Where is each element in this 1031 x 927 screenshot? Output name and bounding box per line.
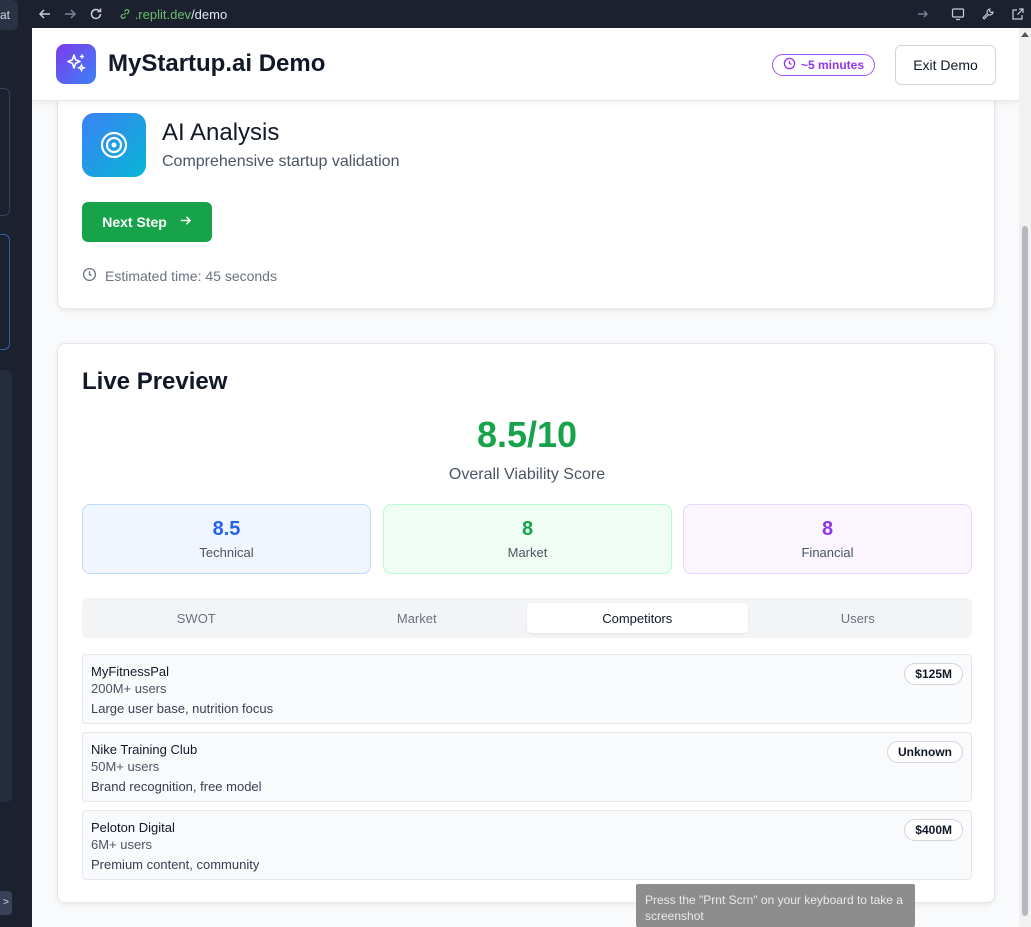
open-external-icon[interactable]: [1005, 3, 1031, 25]
competitor-users: 6M+ users: [91, 837, 153, 852]
competitor-name: MyFitnessPal: [91, 664, 170, 679]
competitor-name: Peloton Digital: [91, 820, 175, 835]
next-step-button[interactable]: Next Step: [82, 202, 212, 242]
competitor-item: MyFitnessPal 200M+ users Large user base…: [82, 654, 972, 724]
metric-market: 8 Market: [383, 504, 672, 574]
back-icon[interactable]: [32, 3, 58, 25]
sparkles-icon: [56, 44, 96, 84]
scroll-thumb[interactable]: [1022, 226, 1028, 916]
target-icon: [82, 113, 146, 177]
viability-score: 8.5/10: [476, 414, 578, 455]
reload-icon[interactable]: [83, 3, 109, 25]
tab-swot[interactable]: SWOT: [86, 603, 307, 633]
step-subtitle: Comprehensive startup validation: [162, 153, 400, 170]
analysis-step-card: AI Analysis Comprehensive startup valida…: [57, 80, 995, 309]
competitor-description: Brand recognition, free model: [91, 779, 262, 794]
side-panel-outline-active: [0, 234, 10, 350]
live-preview-card: Live Preview 8.5/10 Overall Viability Sc…: [57, 343, 995, 903]
metric-value: 8.5: [212, 518, 241, 540]
browser-toolbar: .replit.dev /demo: [32, 0, 1031, 28]
metric-label: Market: [507, 545, 548, 560]
ide-side-strip: at >: [0, 0, 32, 927]
viability-score-label: Overall Viability Score: [448, 466, 606, 483]
preview-title: Live Preview: [82, 368, 228, 395]
time-badge: ~5 minutes: [772, 54, 876, 76]
estimated-time: Estimated time: 45 seconds: [82, 267, 277, 285]
exit-demo-button[interactable]: Exit Demo: [895, 45, 996, 85]
tab-market[interactable]: Market: [307, 603, 528, 633]
url-host: .replit.dev: [134, 6, 192, 22]
screenshot-tooltip: Press the "Prnt Scrn" on your keyboard t…: [636, 884, 915, 927]
devices-icon[interactable]: [945, 3, 971, 25]
page-viewport: MyStartup.ai Demo ~5 minutes Exit Demo A…: [32, 28, 1019, 927]
link-icon: [119, 8, 131, 20]
competitor-description: Premium content, community: [91, 857, 260, 872]
clock-icon: [82, 267, 97, 285]
go-arrow-icon[interactable]: [917, 8, 929, 20]
forward-icon[interactable]: [58, 3, 84, 25]
metric-value: 8: [521, 518, 534, 540]
metric-value: 8: [821, 518, 834, 540]
wrench-icon[interactable]: [975, 3, 1001, 25]
competitor-users: 50M+ users: [91, 759, 160, 774]
competitor-item: Nike Training Club 50M+ users Brand reco…: [82, 732, 972, 802]
side-panel-outline: [0, 88, 10, 216]
competitor-funding-badge: $125M: [904, 663, 963, 685]
arrow-right-icon: [179, 214, 192, 230]
preview-tabs: SWOT Market Competitors Users: [82, 598, 972, 638]
side-expand-button[interactable]: >: [0, 891, 12, 915]
competitor-name: Nike Training Club: [91, 742, 198, 757]
side-panel: [0, 370, 12, 802]
app-header: MyStartup.ai Demo ~5 minutes Exit Demo: [32, 28, 1019, 101]
metric-technical: 8.5 Technical: [82, 504, 371, 574]
url-bar[interactable]: .replit.dev /demo: [112, 3, 935, 25]
side-tab[interactable]: at: [0, 0, 18, 30]
tab-users[interactable]: Users: [748, 603, 969, 633]
competitor-item: Peloton Digital 6M+ users Premium conten…: [82, 810, 972, 880]
url-path: /demo: [191, 6, 228, 22]
scroll-up-arrow-icon[interactable]: [1021, 32, 1029, 37]
competitor-funding-badge: $400M: [904, 819, 963, 841]
page-scrollbar[interactable]: [1019, 28, 1031, 927]
metric-label: Financial: [801, 545, 854, 560]
app-title: MyStartup.ai Demo: [108, 50, 326, 77]
competitor-users: 200M+ users: [91, 681, 167, 696]
tab-competitors[interactable]: Competitors: [527, 603, 748, 633]
step-title: AI Analysis: [162, 119, 280, 146]
metric-financial: 8 Financial: [683, 504, 972, 574]
metric-label: Technical: [199, 545, 254, 560]
competitor-description: Large user base, nutrition focus: [91, 701, 274, 716]
time-badge-label: ~5 minutes: [801, 58, 865, 72]
clock-icon: [783, 57, 796, 73]
next-step-label: Next Step: [102, 214, 167, 230]
estimated-time-label: Estimated time: 45 seconds: [105, 268, 277, 284]
competitor-funding-badge: Unknown: [887, 741, 963, 763]
